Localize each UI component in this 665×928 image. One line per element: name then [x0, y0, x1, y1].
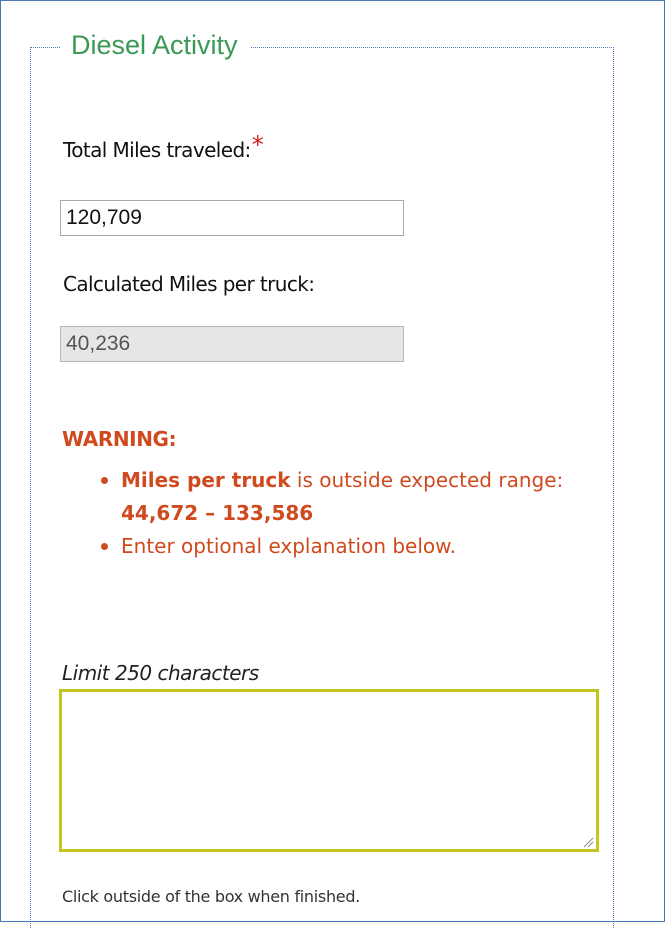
total-miles-label: Total Miles traveled:* [63, 131, 264, 163]
section-legend: Diesel Activity [60, 25, 250, 65]
total-miles-label-text: Total Miles traveled: [63, 138, 251, 162]
warning-item-explain: Enter optional explanation below. [101, 530, 581, 563]
explanation-textarea[interactable] [59, 689, 599, 852]
warning-title: WARNING: [62, 427, 177, 451]
warning-list: Miles per truck is outside expected rang… [101, 464, 581, 563]
warning-range-text: is outside expected range: [290, 468, 564, 492]
warning-metric-name: Miles per truck [121, 468, 291, 492]
finish-hint: Click outside of the box when finished. [62, 887, 360, 906]
total-miles-input[interactable] [60, 200, 404, 236]
calculated-miles-field [60, 326, 404, 362]
warning-range-values: 44,672 – 133,586 [121, 501, 314, 525]
warning-item-range: Miles per truck is outside expected rang… [101, 464, 581, 530]
calculated-miles-label: Calculated Miles per truck: [63, 272, 315, 296]
character-limit-label: Limit 250 characters [62, 661, 259, 685]
required-asterisk: * [251, 131, 264, 159]
form-panel: Diesel Activity Total Miles traveled:* C… [0, 0, 665, 928]
resize-grip-icon[interactable] [582, 836, 594, 848]
